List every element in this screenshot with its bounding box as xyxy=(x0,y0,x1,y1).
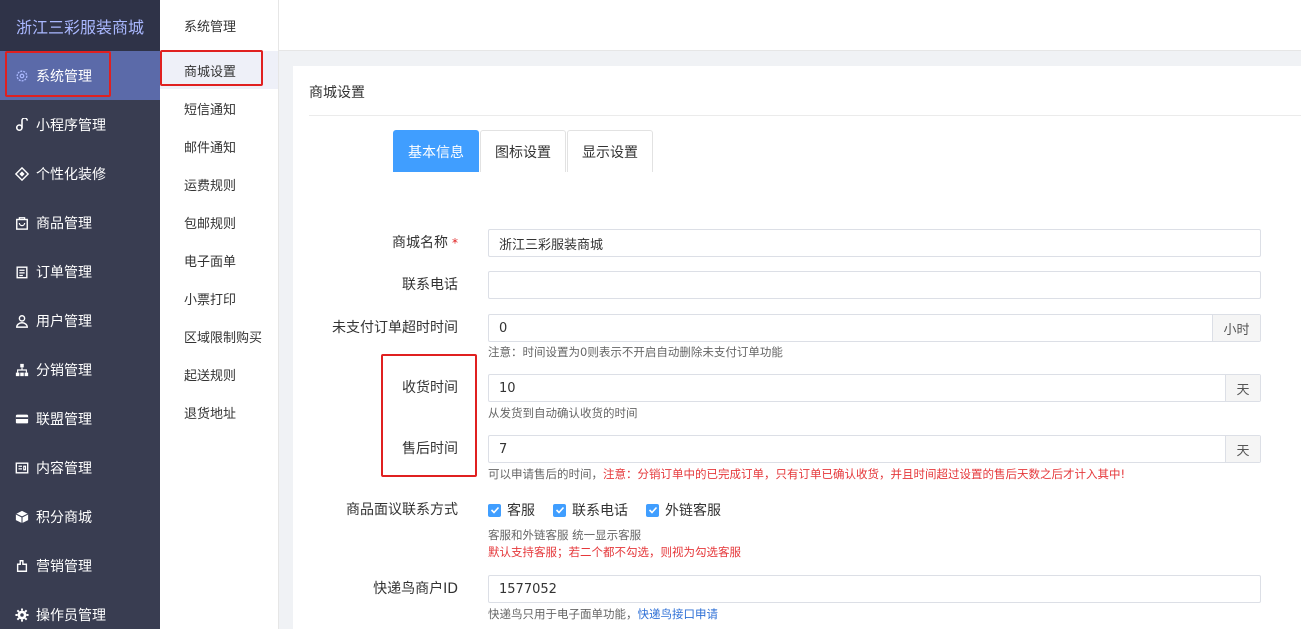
aftersale-time-field: 天 xyxy=(488,435,1261,463)
subnav-item-sms[interactable]: 短信通知 xyxy=(160,89,278,127)
checkbox-external-service[interactable]: 外链客服 xyxy=(646,500,721,520)
sidebar-item-system[interactable]: 系统管理 xyxy=(0,51,160,100)
settings-card: 商城设置 基本信息 图标设置 显示设置 商城名称* 联系电话 未支付订单超时时间… xyxy=(293,66,1301,629)
field-label: 收货时间 xyxy=(402,380,458,396)
sidebar-item-label: 营销管理 xyxy=(36,558,92,575)
kdn-id-field xyxy=(488,575,1261,603)
contact-method-checkboxes: 客服 联系电话 外链客服 xyxy=(488,496,739,524)
subnav-item-email[interactable]: 邮件通知 xyxy=(160,127,278,165)
topbar xyxy=(279,0,1301,51)
subnav-item-freight[interactable]: 运费规则 xyxy=(160,165,278,203)
field-hint: 快递鸟只用于电子面单功能，快递鸟接口申请 xyxy=(488,607,719,621)
unit-addon: 天 xyxy=(1225,436,1260,462)
aftersale-time-input[interactable] xyxy=(489,436,1225,462)
checkmark-icon xyxy=(488,503,501,517)
sidebar-item-label: 联盟管理 xyxy=(36,411,92,428)
sidebar-item-label: 内容管理 xyxy=(36,460,92,477)
field-label: 售后时间 xyxy=(402,441,458,457)
kdn-apply-link[interactable]: 快递鸟接口申请 xyxy=(638,607,719,621)
subnav-item-return-address[interactable]: 退货地址 xyxy=(160,393,278,431)
receive-time-input[interactable] xyxy=(489,375,1225,401)
sidebar-item-marketing[interactable]: 营销管理 xyxy=(0,541,160,590)
cube-icon xyxy=(14,509,30,525)
brand-title: 浙江三彩服装商城 xyxy=(0,0,160,51)
sidebar-item-label: 订单管理 xyxy=(36,264,92,281)
field-hint-warning: 默认支持客服；若二个都不勾选，则视为勾选客服 xyxy=(488,545,741,559)
checkmark-icon xyxy=(553,503,566,517)
user-icon xyxy=(14,313,30,329)
kdn-id-input[interactable] xyxy=(489,576,1260,602)
field-label: 联系电话 xyxy=(402,277,458,293)
sidebar-item-points-mall[interactable]: 积分商城 xyxy=(0,492,160,541)
field-hint: 注意：时间设置为0则表示不开启自动删除未支付订单功能 xyxy=(488,345,783,359)
subnav-item-e-waybill[interactable]: 电子面单 xyxy=(160,241,278,279)
sidebar-item-goods[interactable]: 商品管理 xyxy=(0,198,160,247)
tab-display-settings[interactable]: 显示设置 xyxy=(567,130,653,172)
sidebar-item-label: 小程序管理 xyxy=(36,117,106,134)
field-hint: 客服和外链客服 统一显示客服 xyxy=(488,528,642,542)
sidebar-item-orders[interactable]: 订单管理 xyxy=(0,247,160,296)
sidebar-item-label: 用户管理 xyxy=(36,313,92,330)
document-icon xyxy=(14,460,30,476)
sidebar-item-users[interactable]: 用户管理 xyxy=(0,296,160,345)
sidebar-item-miniprogram[interactable]: 小程序管理 xyxy=(0,100,160,149)
field-label: 商城名称 * xyxy=(392,235,458,251)
sidebar-item-distribution[interactable]: 分销管理 xyxy=(0,345,160,394)
org-chart-icon xyxy=(14,362,30,378)
field-hint: 可以申请售后的时间，注意：分销订单中的已完成订单，只有订单已确认收货，并且时间超… xyxy=(488,467,1126,481)
diamond-icon xyxy=(14,166,30,182)
checkbox-phone[interactable]: 联系电话 xyxy=(553,500,628,520)
shop-name-input[interactable] xyxy=(489,230,1260,256)
sidebar-item-label: 操作员管理 xyxy=(36,607,106,624)
sidebar-item-operators[interactable]: 操作员管理 xyxy=(0,590,160,629)
divider xyxy=(309,115,1301,116)
sidebar-item-label: 个性化装修 xyxy=(36,166,106,183)
tab-bar: 基本信息 图标设置 显示设置 xyxy=(393,130,654,172)
subnav-item-shop-settings[interactable]: 商城设置 xyxy=(160,51,278,89)
phone-field xyxy=(488,271,1261,299)
bag-icon xyxy=(14,215,30,231)
sidebar: 浙江三彩服装商城 系统管理 小程序管理 个性化装修 商品管理 订单管理 用户管理… xyxy=(0,0,160,629)
sidebar-item-label: 商品管理 xyxy=(36,215,92,232)
field-hint: 从发货到自动确认收货的时间 xyxy=(488,406,638,420)
hand-icon xyxy=(14,558,30,574)
unit-addon: 天 xyxy=(1225,375,1260,401)
subnav-item-free-shipping[interactable]: 包邮规则 xyxy=(160,203,278,241)
unpaid-timeout-field: 小时 xyxy=(488,314,1261,342)
link-icon xyxy=(14,117,30,133)
sidebar-item-label: 积分商城 xyxy=(36,509,92,526)
card-icon xyxy=(14,411,30,427)
unit-addon: 小时 xyxy=(1212,315,1260,341)
phone-input[interactable] xyxy=(489,272,1260,298)
subnav-header: 系统管理 xyxy=(184,20,237,35)
card-title: 商城设置 xyxy=(309,85,365,101)
sidebar-item-content[interactable]: 内容管理 xyxy=(0,443,160,492)
tab-icon-settings[interactable]: 图标设置 xyxy=(480,130,566,172)
sidebar-item-alliance[interactable]: 联盟管理 xyxy=(0,394,160,443)
tab-basic-info[interactable]: 基本信息 xyxy=(393,130,479,172)
cog-icon xyxy=(14,607,30,623)
unpaid-timeout-input[interactable] xyxy=(489,315,1212,341)
gear-icon xyxy=(14,68,30,84)
sidebar-item-decoration[interactable]: 个性化装修 xyxy=(0,149,160,198)
clipboard-icon xyxy=(14,264,30,280)
field-label: 快递鸟商户ID xyxy=(373,581,458,597)
field-label: 未支付订单超时时间 xyxy=(332,320,458,336)
subnav-item-region-limit[interactable]: 区域限制购买 xyxy=(160,317,278,355)
checkbox-customer-service[interactable]: 客服 xyxy=(488,500,535,520)
subnav-item-receipt-print[interactable]: 小票打印 xyxy=(160,279,278,317)
subnav: 系统管理 商城设置 短信通知 邮件通知 运费规则 包邮规则 电子面单 小票打印 … xyxy=(160,0,279,629)
shop-name-field xyxy=(488,229,1261,257)
subnav-item-min-delivery[interactable]: 起送规则 xyxy=(160,355,278,393)
sidebar-item-label: 分销管理 xyxy=(36,362,92,379)
sidebar-item-label: 系统管理 xyxy=(36,68,92,85)
checkmark-icon xyxy=(646,503,659,517)
field-label: 商品面议联系方式 xyxy=(346,502,458,518)
receive-time-field: 天 xyxy=(488,374,1261,402)
